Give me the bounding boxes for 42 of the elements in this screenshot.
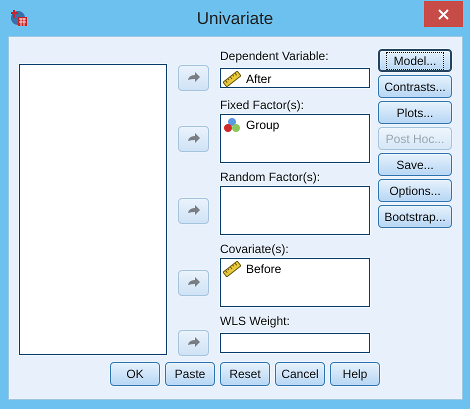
arrow-icon: [186, 132, 200, 144]
dialog-button[interactable]: Paste: [165, 362, 215, 386]
field-label: Dependent Variable:: [220, 49, 329, 63]
arrow-icon: [186, 276, 200, 288]
field-label: Fixed Factor(s):: [220, 98, 304, 112]
dialog-button[interactable]: Cancel: [275, 362, 325, 386]
move-arrow-button[interactable]: [178, 270, 209, 296]
move-arrow-button[interactable]: [178, 330, 209, 356]
field-label: WLS Weight:: [220, 314, 290, 328]
dialog-button[interactable]: Contrasts...: [378, 75, 452, 98]
arrow-icon: [186, 204, 200, 216]
variable-list[interactable]: Before: [220, 258, 370, 307]
ruler-icon: [223, 261, 241, 277]
window-title: Univariate: [196, 9, 274, 28]
dialog-button[interactable]: Bootstrap...: [378, 205, 452, 228]
arrow-icon: [186, 337, 200, 349]
variable-item[interactable]: Group: [246, 118, 280, 132]
dialog-button[interactable]: Save...: [378, 153, 452, 176]
arrow-icon: [186, 72, 200, 84]
dialog-button[interactable]: OK: [110, 362, 160, 386]
variable-item[interactable]: After: [246, 72, 272, 86]
move-arrow-button[interactable]: [178, 65, 209, 91]
dialog-button[interactable]: Options...: [378, 179, 452, 202]
variable-list[interactable]: [220, 186, 370, 235]
variable-list[interactable]: Group: [220, 114, 370, 163]
dialog-button[interactable]: Reset: [220, 362, 270, 386]
field-label: Random Factor(s):: [220, 170, 320, 184]
dialog-button[interactable]: Model...: [378, 49, 452, 72]
ruler-icon: [223, 71, 241, 87]
source-variable-list[interactable]: [19, 64, 167, 355]
variable-item[interactable]: Before: [246, 262, 282, 276]
app-icon: [10, 9, 28, 27]
dialog-button[interactable]: Help: [330, 362, 380, 386]
close-icon: [438, 8, 449, 20]
move-arrow-button[interactable]: [178, 198, 209, 224]
close-button[interactable]: [424, 1, 463, 27]
three-balls-icon: [223, 117, 241, 133]
dialog-button[interactable]: Plots...: [378, 101, 452, 124]
move-arrow-button[interactable]: [178, 126, 209, 152]
variable-field[interactable]: [220, 333, 370, 353]
variable-field[interactable]: After: [220, 68, 370, 88]
field-label: Covariate(s):: [220, 242, 289, 256]
